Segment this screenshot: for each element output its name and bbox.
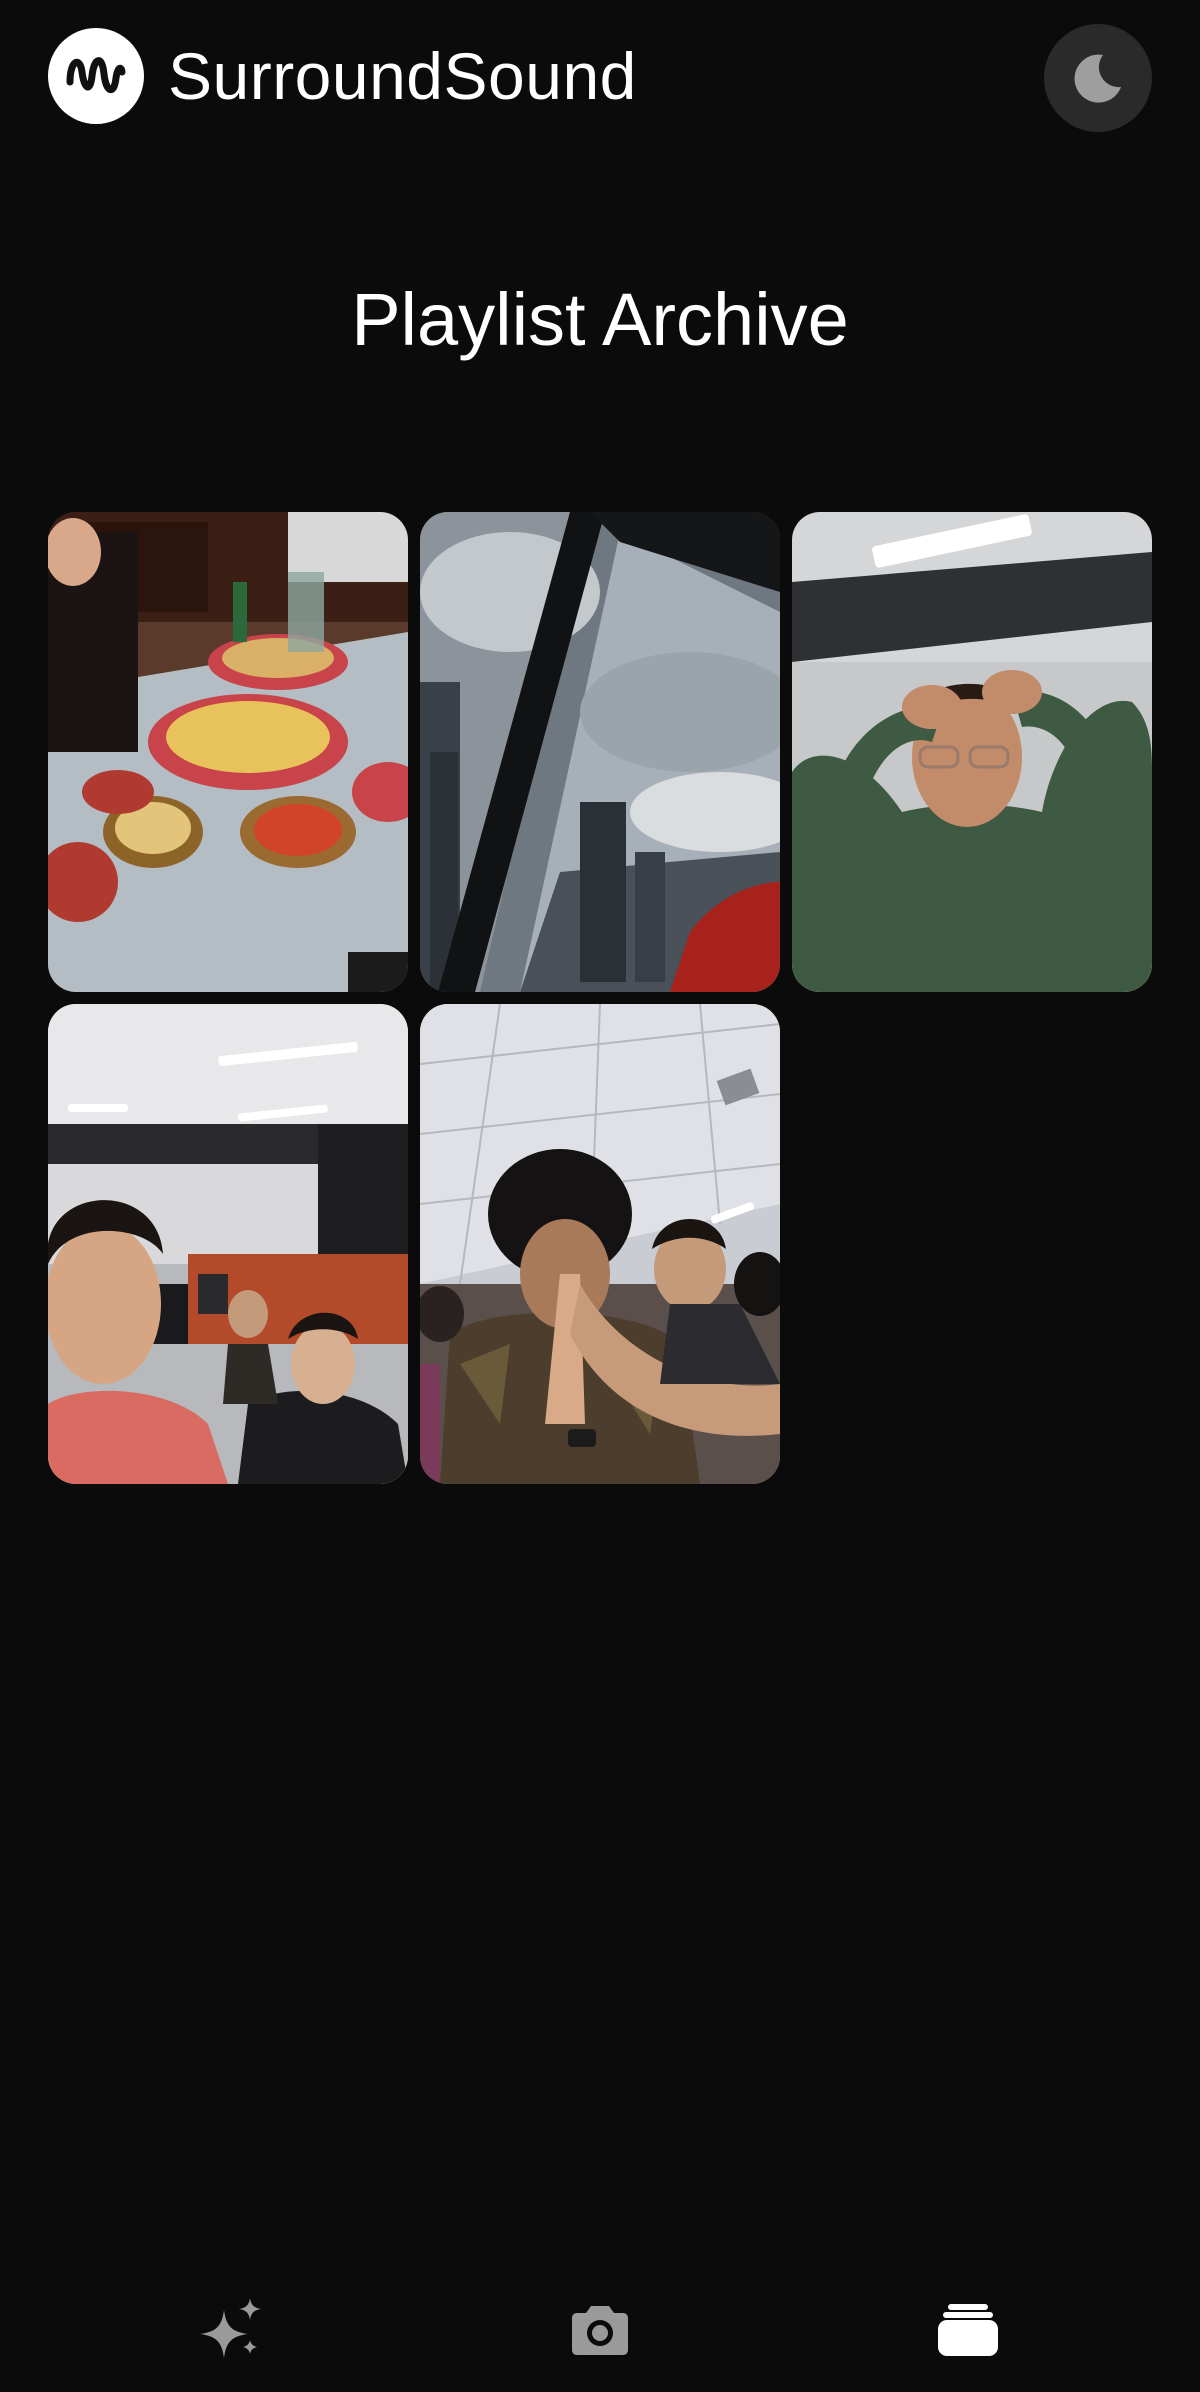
archive-photo-4[interactable] — [48, 1004, 408, 1484]
camera-icon — [572, 2306, 628, 2355]
archive-photo-1[interactable] — [48, 512, 408, 992]
page-title: Playlist Archive — [351, 278, 849, 361]
archive-photo-5[interactable] — [420, 1004, 780, 1484]
archive-photo-3[interactable] — [792, 512, 1152, 992]
theme-toggle-button[interactable] — [1044, 24, 1152, 132]
moon-icon — [1074, 54, 1121, 103]
nav-discover-button[interactable] — [172, 2270, 292, 2390]
nav-camera-button[interactable] — [540, 2270, 660, 2390]
sparkles-icon — [200, 2298, 261, 2358]
archive-photo-2[interactable] — [420, 512, 780, 992]
waveform-logo-icon — [48, 28, 144, 124]
stack-icon — [938, 2304, 998, 2356]
bottom-navigation — [0, 2270, 1200, 2392]
nav-archive-button[interactable] — [908, 2270, 1028, 2390]
app-title: SurroundSound — [168, 39, 637, 113]
app-header: SurroundSound — [0, 0, 1200, 160]
